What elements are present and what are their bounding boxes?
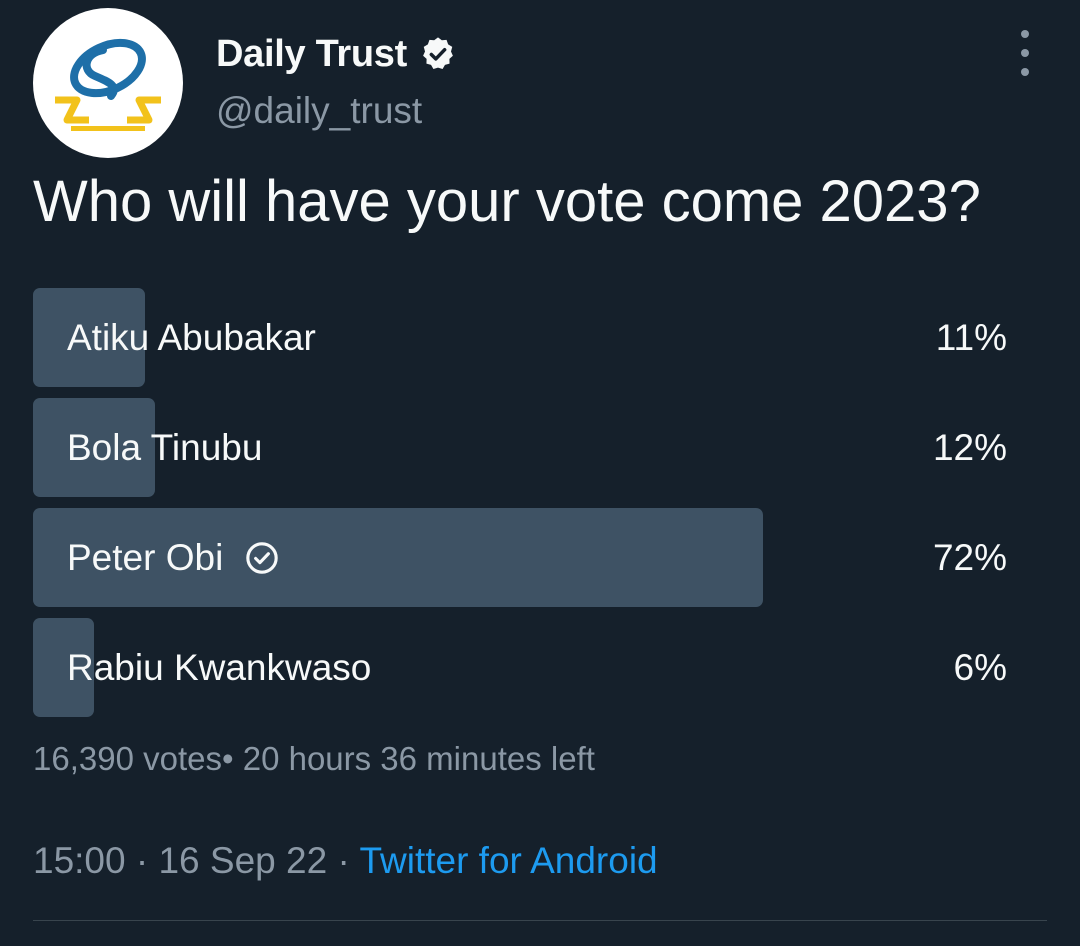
poll-time-left: 20 hours 36 minutes left <box>242 740 595 777</box>
poll-separator: • <box>221 740 234 777</box>
poll-option-percent: 72% <box>932 536 1007 578</box>
poll: Atiku Abubakar 11% Bola Tinubu 12% Peter… <box>33 288 1009 728</box>
poll-option: Atiku Abubakar 11% <box>33 288 1009 387</box>
poll-vote-count: 16,390 votes <box>33 740 222 777</box>
meta-separator: · <box>135 840 149 881</box>
tweet-text: Who will have your vote come 2023? <box>33 169 981 234</box>
poll-option: Rabiu Kwankwaso 6% <box>33 618 1009 717</box>
divider <box>33 920 1047 921</box>
poll-option: Bola Tinubu 12% <box>33 398 1009 497</box>
verified-badge-icon <box>419 35 457 73</box>
avatar[interactable] <box>33 8 183 158</box>
check-circle-icon <box>245 541 279 575</box>
poll-option-percent: 11% <box>935 316 1007 358</box>
daily-trust-logo-icon <box>55 38 161 131</box>
tweet-timestamp: 15:00 · 16 Sep 22 · Twitter for Android <box>33 840 658 882</box>
tweet-source-link[interactable]: Twitter for Android <box>359 840 657 881</box>
poll-option-label: Bola Tinubu <box>67 426 263 468</box>
more-options-icon[interactable] <box>1008 30 1042 76</box>
poll-option-label: Peter Obi <box>67 536 224 578</box>
poll-option-label: Rabiu Kwankwaso <box>67 646 372 688</box>
poll-option-selected: Peter Obi 72% <box>33 508 1009 607</box>
poll-option-label: Atiku Abubakar <box>67 316 316 358</box>
poll-option-percent: 12% <box>932 426 1007 468</box>
author-handle[interactable]: @daily_trust <box>216 90 422 132</box>
poll-meta: 16,390 votes• 20 hours 36 minutes left <box>33 740 595 778</box>
poll-option-percent: 6% <box>953 646 1007 688</box>
meta-separator: · <box>337 840 350 881</box>
tweet-time[interactable]: 15:00 <box>33 840 126 881</box>
tweet-date[interactable]: 16 Sep 22 <box>158 840 327 881</box>
author-display-name[interactable]: Daily Trust <box>216 33 407 76</box>
author-name-row[interactable]: Daily Trust <box>216 28 457 80</box>
